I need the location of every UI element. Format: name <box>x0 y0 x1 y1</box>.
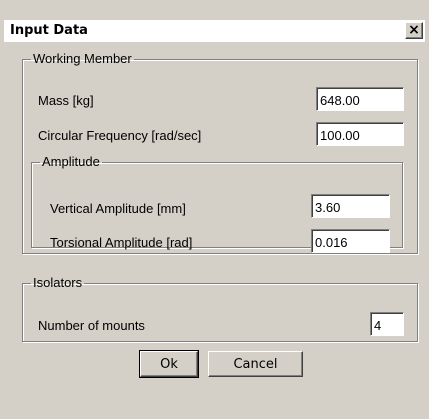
amplitude-legend: Amplitude <box>42 154 100 169</box>
number-of-mounts-input[interactable] <box>370 312 404 336</box>
working-member-legend: Working Member <box>33 51 132 66</box>
close-icon: × <box>408 22 420 38</box>
mass-label: Mass [kg] <box>38 93 94 108</box>
vertical-amplitude-input[interactable] <box>311 194 390 218</box>
ok-button[interactable]: Ok <box>139 350 199 378</box>
torsional-amplitude-input[interactable] <box>311 229 390 253</box>
mass-input[interactable] <box>316 87 404 111</box>
close-button[interactable]: × <box>405 22 423 39</box>
circular-frequency-label: Circular Frequency [rad/sec] <box>38 128 202 143</box>
window-title: Input Data <box>10 23 88 38</box>
cancel-button[interactable]: Cancel <box>208 351 303 377</box>
torsional-amplitude-label: Torsional Amplitude [rad] <box>50 235 193 250</box>
number-of-mounts-label: Number of mounts <box>38 318 145 333</box>
vertical-amplitude-label: Vertical Amplitude [mm] <box>50 201 186 216</box>
isolators-legend: Isolators <box>33 275 83 290</box>
circular-frequency-input[interactable] <box>316 122 404 146</box>
title-bar[interactable]: Input Data × <box>4 20 425 42</box>
input-data-dialog: Input Data × Working Member Mass [kg] Ci… <box>0 0 429 419</box>
